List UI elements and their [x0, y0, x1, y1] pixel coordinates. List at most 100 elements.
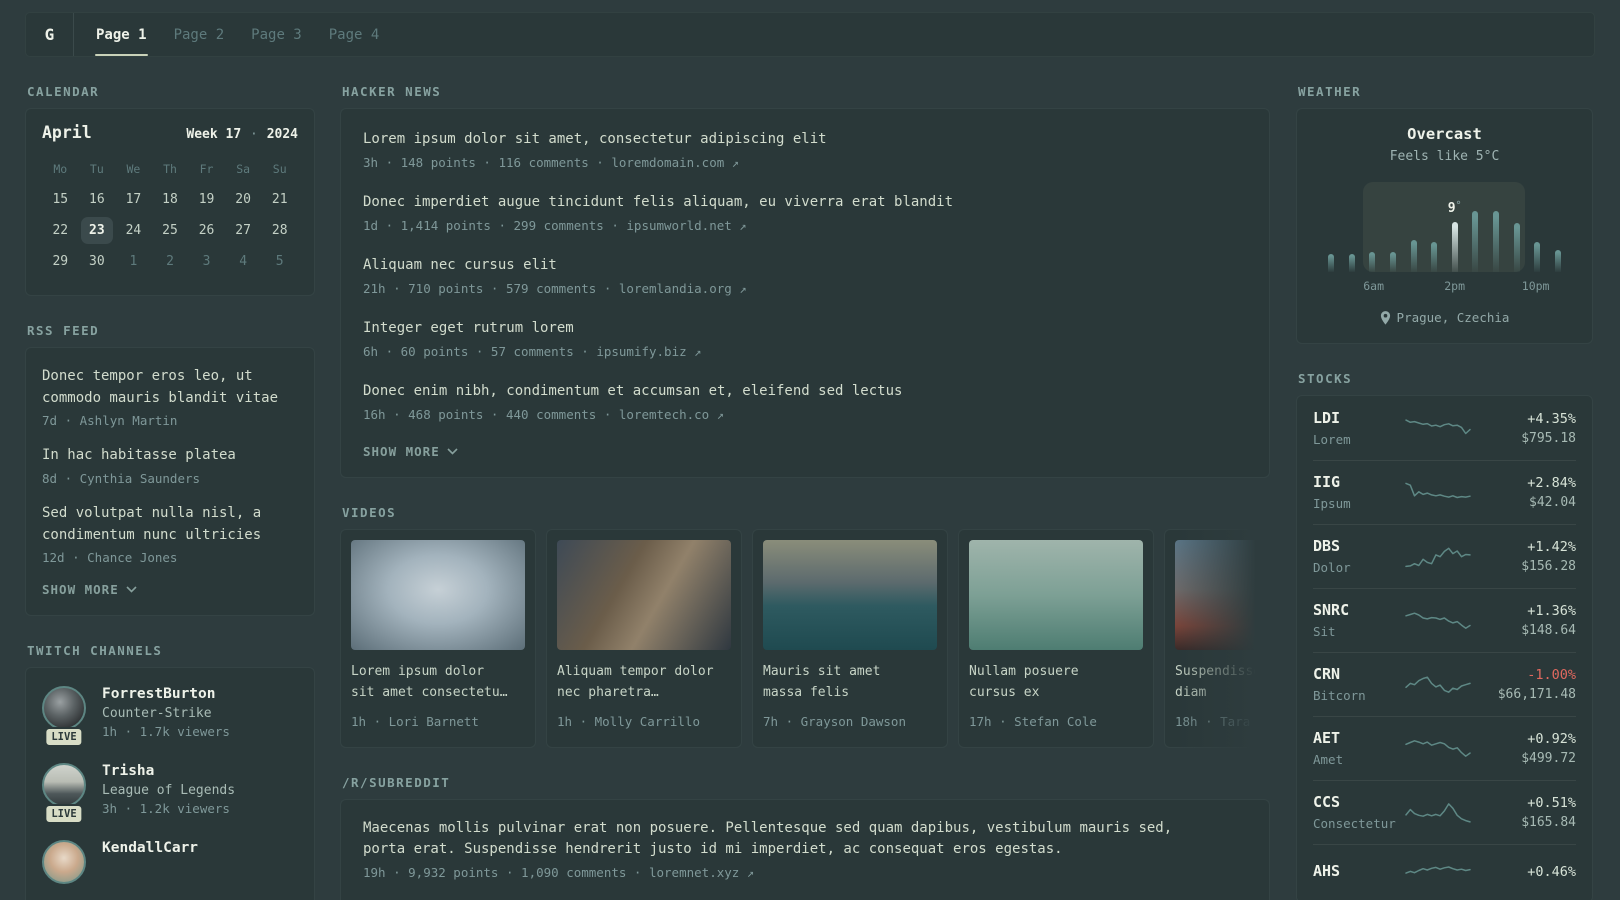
weather-feels-like: Feels like 5°C [1389, 149, 1500, 164]
live-badge: LIVE [44, 803, 84, 825]
hn-item: Donec enim nibh, condimentum et accumsan… [363, 381, 1247, 422]
video-card[interactable]: Aliquam tempor dolor nec pharetra… 1h · … [546, 529, 742, 748]
video-title[interactable]: Aliquam tempor dolor nec pharetra… [557, 662, 731, 704]
video-thumbnail[interactable] [1175, 540, 1270, 650]
video-meta: 7h · Grayson Dawson [763, 713, 906, 729]
stock-price: $795.18 [1521, 430, 1576, 446]
weather-bar [1431, 242, 1438, 272]
calendar-day: 21 [271, 192, 288, 207]
stock-change: +0.92% [1527, 730, 1576, 747]
hn-item-title[interactable]: Donec enim nibh, condimentum et accumsan… [363, 381, 1247, 402]
video-thumbnail[interactable] [557, 540, 731, 650]
hn-item-meta: 21h · 710 points · 579 comments · loreml… [363, 281, 747, 296]
hn-item-title[interactable]: Integer eget rutrum lorem [363, 318, 1247, 339]
video-card[interactable]: Mauris sit amet massa felis 7h · Grayson… [752, 529, 948, 748]
stock-sparkline [1405, 611, 1471, 629]
calendar-month: April [42, 123, 92, 142]
video-card[interactable]: Lorem ipsum dolor sit amet consectetu… 1… [340, 529, 536, 748]
tab-page-3[interactable]: Page 3 [250, 13, 303, 56]
live-badge: LIVE [44, 726, 84, 748]
stock-row[interactable]: SNRC Sit +1.36% $148.64 [1313, 588, 1576, 652]
hn-item: Integer eget rutrum lorem 6h · 60 points… [363, 318, 1247, 359]
hn-item-domain[interactable]: loremlandia.org [619, 281, 732, 296]
stock-change: +0.51% [1527, 794, 1576, 811]
stock-symbol: LDI [1313, 409, 1341, 427]
rss-item: Sed volutpat nulla nisl, a condimentum n… [42, 503, 298, 565]
calendar-day: 28 [271, 223, 288, 238]
stock-price: $148.64 [1521, 622, 1576, 638]
hn-item: Donec imperdiet augue tincidunt felis al… [363, 192, 1247, 233]
weather-time-labels: 6am 2pm 10pm [1323, 279, 1566, 295]
channel-name[interactable]: Trisha [102, 763, 235, 779]
stock-symbol: AET [1313, 729, 1341, 747]
calendar-weekday-row: Mo Tu We Th Fr Sa Su [42, 162, 298, 176]
calendar-day: 4 [239, 254, 248, 269]
hn-item-domain[interactable]: ipsumworld.net [626, 218, 731, 233]
weather-bar [1534, 242, 1541, 272]
subreddit-widget-title: /R/SUBREDDIT [342, 774, 451, 790]
twitch-channel-row[interactable]: LIVE ForrestBurton Counter-Strike 1h · 1… [42, 686, 298, 748]
calendar-day: 15 [52, 192, 69, 207]
stock-row[interactable]: LDI Lorem +4.35% $795.18 [1313, 397, 1576, 460]
video-card[interactable]: Nullam posuere cursus ex 17h · Stefan Co… [958, 529, 1154, 748]
hn-item-domain[interactable]: loremtech.co [619, 407, 709, 422]
app-logo[interactable]: G [26, 13, 73, 56]
video-title[interactable]: Lorem ipsum dolor sit amet consectetu… [351, 662, 525, 704]
stock-row[interactable]: IIG Ipsum +2.84% $42.04 [1313, 460, 1576, 524]
video-thumbnail[interactable] [351, 540, 525, 650]
stock-price: $66,171.48 [1497, 686, 1576, 702]
stock-name: Lorem [1313, 432, 1351, 447]
stock-row[interactable]: CCS Consectetur +0.51% $165.84 [1313, 780, 1576, 844]
video-card[interactable]: Suspendisse diam 18h · Tara [1164, 529, 1270, 748]
hn-item-meta: 6h · 60 points · 57 comments · ipsumify.… [363, 344, 702, 359]
rss-item-title[interactable]: In hac habitasse platea [42, 445, 298, 467]
rss-item-title[interactable]: Donec tempor eros leo, ut commodo mauris… [42, 366, 298, 409]
video-title[interactable]: Nullam posuere cursus ex [969, 662, 1143, 704]
video-title[interactable]: Suspendisse diam [1175, 662, 1270, 704]
reddit-post-title[interactable]: Maecenas mollis pulvinar erat non posuer… [363, 818, 1247, 860]
calendar-widget-title: CALENDAR [27, 84, 100, 99]
twitch-channel-row[interactable]: LIVE Trisha League of Legends 3h · 1.2k … [42, 763, 298, 825]
tab-page-1[interactable]: Page 1 [95, 13, 148, 56]
chevron-down-icon [126, 586, 137, 594]
video-title[interactable]: Mauris sit amet massa felis [763, 662, 937, 704]
weather-time-label: 2pm [1444, 279, 1466, 293]
stock-sparkline [1405, 675, 1471, 693]
video-thumbnail[interactable] [763, 540, 937, 650]
stock-sparkline [1405, 802, 1471, 823]
calendar-weekday: Sa [236, 162, 251, 176]
stock-row[interactable]: AET Amet +0.92% $499.72 [1313, 716, 1576, 780]
hn-item-meta: 16h · 468 points · 440 comments · loremt… [363, 407, 724, 422]
show-more-button[interactable]: SHOW MORE [363, 444, 1247, 459]
weather-bar [1410, 240, 1417, 272]
stock-row[interactable]: CRN Bitcorn -1.00% $66,171.48 [1313, 652, 1576, 716]
stocks-widget-title: STOCKS [1298, 371, 1353, 386]
hn-item-title[interactable]: Lorem ipsum dolor sit amet, consectetur … [363, 129, 1247, 150]
channel-name[interactable]: KendallCarr [102, 840, 198, 856]
twitch-channel-row[interactable]: KendallCarr [42, 840, 298, 885]
rss-item-title[interactable]: Sed volutpat nulla nisl, a condimentum n… [42, 503, 298, 546]
weather-condition: Overcast [1407, 125, 1482, 143]
stock-row[interactable]: DBS Dolor +1.42% $156.28 [1313, 524, 1576, 588]
hn-item-domain[interactable]: loremdomain.com [611, 155, 724, 170]
stock-row[interactable]: AHS +0.46% [1313, 844, 1576, 900]
weather-bars [1323, 210, 1566, 272]
stock-sparkline [1405, 418, 1471, 434]
stock-change: +1.36% [1527, 602, 1576, 619]
rss-item: In hac habitasse platea 8d · Cynthia Sau… [42, 445, 298, 486]
show-more-button[interactable]: SHOW MORE [42, 582, 298, 597]
hn-item-title[interactable]: Aliquam nec cursus elit [363, 255, 1247, 276]
video-thumbnail[interactable] [969, 540, 1143, 650]
tab-page-4[interactable]: Page 4 [328, 13, 381, 56]
hn-item-domain[interactable]: ipsumify.biz [596, 344, 686, 359]
reddit-post-domain[interactable]: loremnet.xyz [649, 865, 739, 880]
twitch-card: LIVE ForrestBurton Counter-Strike 1h · 1… [25, 667, 315, 900]
hn-item-title[interactable]: Donec imperdiet augue tincidunt felis al… [363, 192, 1247, 213]
stock-name: Dolor [1313, 560, 1351, 575]
weather-chart: 9° [1323, 182, 1566, 272]
calendar-day-selected: 23 [80, 217, 113, 244]
reddit-post: Maecenas mollis pulvinar erat non posuer… [363, 818, 1247, 880]
rss-card: Donec tempor eros leo, ut commodo mauris… [25, 347, 315, 617]
tab-page-2[interactable]: Page 2 [173, 13, 226, 56]
channel-name[interactable]: ForrestBurton [102, 686, 230, 702]
